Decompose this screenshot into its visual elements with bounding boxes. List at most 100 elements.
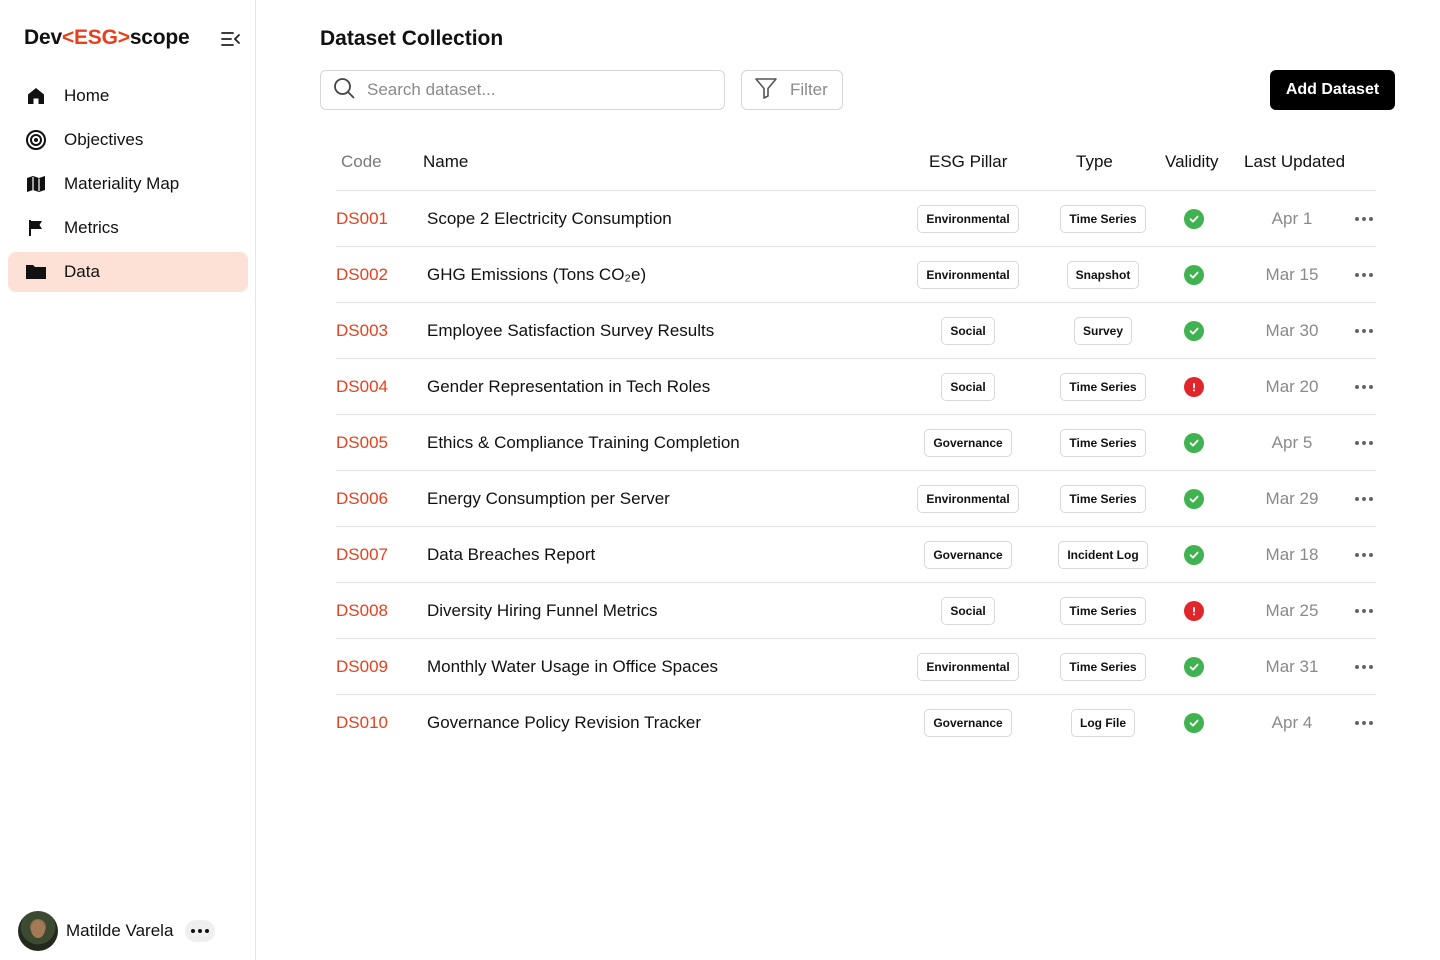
dataset-code-link[interactable]: DS007 xyxy=(336,527,388,583)
alert-circle-icon xyxy=(1184,601,1204,621)
esg-pillar-badge: Environmental xyxy=(917,205,1019,233)
row-actions-button[interactable] xyxy=(1352,191,1376,247)
sidebar-item-objectives[interactable]: Objectives xyxy=(8,120,248,160)
esg-pillar-cell: Social xyxy=(896,359,1040,415)
row-actions-button[interactable] xyxy=(1352,471,1376,527)
dataset-code-link[interactable]: DS001 xyxy=(336,191,388,247)
validity-cell xyxy=(1172,247,1216,303)
validity-cell xyxy=(1172,191,1216,247)
type-badge: Time Series xyxy=(1060,485,1146,513)
row-actions-button[interactable] xyxy=(1352,695,1376,751)
table-row[interactable]: DS004 Gender Representation in Tech Roles… xyxy=(336,359,1376,415)
dataset-code-link[interactable]: DS008 xyxy=(336,583,388,639)
add-dataset-button[interactable]: Add Dataset xyxy=(1270,70,1395,110)
type-badge: Time Series xyxy=(1060,597,1146,625)
esg-pillar-badge: Governance xyxy=(924,709,1012,737)
search-box[interactable] xyxy=(320,70,725,110)
table-row[interactable]: DS009 Monthly Water Usage in Office Space… xyxy=(336,639,1376,695)
dataset-code-link[interactable]: DS003 xyxy=(336,303,388,359)
row-actions-button[interactable] xyxy=(1352,303,1376,359)
dataset-name: Governance Policy Revision Tracker xyxy=(427,713,702,732)
row-actions-button[interactable] xyxy=(1352,583,1376,639)
brand-logo[interactable]: Dev<ESG>scope xyxy=(24,26,190,50)
table-row[interactable]: DS007 Data Breaches Report Governance Incid… xyxy=(336,527,1376,583)
table-header: Code Name ESG Pillar Type Validity Last … xyxy=(336,134,1376,191)
sidebar-item-label: Materiality Map xyxy=(64,174,180,193)
table-row[interactable]: DS001 Scope 2 Electricity Consumption Envi… xyxy=(336,191,1376,247)
more-icon xyxy=(1355,385,1373,389)
esg-pillar-cell: Environmental xyxy=(896,247,1040,303)
user-profile[interactable]: Matilde Varela xyxy=(18,911,216,951)
row-actions-button[interactable] xyxy=(1352,527,1376,583)
last-updated: Mar 31 xyxy=(1265,657,1319,676)
table-row[interactable]: DS005 Ethics & Compliance Training Comple… xyxy=(336,415,1376,471)
row-actions-button[interactable] xyxy=(1352,247,1376,303)
row-actions-button[interactable] xyxy=(1352,415,1376,471)
type-cell: Snapshot xyxy=(1040,247,1166,303)
more-icon xyxy=(191,929,210,933)
alert-circle-icon xyxy=(1184,377,1204,397)
column-header-esg-pillar[interactable]: ESG Pillar xyxy=(929,152,1007,172)
row-actions-button[interactable] xyxy=(1352,359,1376,415)
last-updated: Mar 29 xyxy=(1265,489,1319,508)
type-cell: Survey xyxy=(1040,303,1166,359)
target-icon xyxy=(24,128,48,152)
validity-cell xyxy=(1172,415,1216,471)
last-updated: Mar 18 xyxy=(1265,545,1319,564)
validity-cell xyxy=(1172,639,1216,695)
user-menu-button[interactable] xyxy=(185,920,216,942)
check-circle-icon xyxy=(1184,657,1204,677)
dataset-code-link[interactable]: DS010 xyxy=(336,695,388,751)
column-header-code[interactable]: Code xyxy=(341,152,382,172)
check-circle-icon xyxy=(1184,321,1204,341)
sidebar-item-metrics[interactable]: Metrics xyxy=(8,208,248,248)
validity-cell xyxy=(1172,359,1216,415)
last-updated: Apr 4 xyxy=(1271,713,1313,732)
search-icon xyxy=(333,77,355,104)
more-icon xyxy=(1355,441,1373,445)
esg-pillar-badge: Governance xyxy=(924,541,1012,569)
column-header-last-updated[interactable]: Last Updated xyxy=(1244,152,1345,172)
search-input[interactable] xyxy=(367,80,707,100)
table-row[interactable]: DS003 Employee Satisfaction Survey Result… xyxy=(336,303,1376,359)
avatar[interactable] xyxy=(18,911,58,951)
more-icon xyxy=(1355,553,1373,557)
dataset-code-link[interactable]: DS009 xyxy=(336,639,388,695)
last-updated: Apr 5 xyxy=(1271,433,1313,452)
column-header-name[interactable]: Name xyxy=(423,152,468,172)
type-cell: Time Series xyxy=(1040,415,1166,471)
more-icon xyxy=(1355,665,1373,669)
dataset-code-link[interactable]: DS005 xyxy=(336,415,388,471)
dataset-code-link[interactable]: DS004 xyxy=(336,359,388,415)
dataset-code-link[interactable]: DS002 xyxy=(336,247,388,303)
type-cell: Time Series xyxy=(1040,583,1166,639)
sidebar-item-materiality-map[interactable]: Materiality Map xyxy=(8,164,248,204)
sidebar-item-data[interactable]: Data xyxy=(8,252,248,292)
type-badge: Log File xyxy=(1071,709,1135,737)
table-row[interactable]: DS008 Diversity Hiring Funnel Metrics Soci… xyxy=(336,583,1376,639)
esg-pillar-cell: Social xyxy=(896,583,1040,639)
dataset-code-link[interactable]: DS006 xyxy=(336,471,388,527)
flag-icon xyxy=(24,216,48,240)
row-actions-button[interactable] xyxy=(1352,639,1376,695)
column-header-validity[interactable]: Validity xyxy=(1165,152,1219,172)
check-circle-icon xyxy=(1184,545,1204,565)
column-header-type[interactable]: Type xyxy=(1076,152,1113,172)
map-icon xyxy=(24,172,48,196)
check-circle-icon xyxy=(1184,265,1204,285)
filter-label: Filter xyxy=(790,80,828,99)
esg-pillar-badge: Social xyxy=(941,317,995,345)
dataset-name: Monthly Water Usage in Office Spaces xyxy=(427,657,719,676)
validity-cell xyxy=(1172,583,1216,639)
filter-button[interactable]: Filter xyxy=(741,70,843,110)
sidebar-item-home[interactable]: Home xyxy=(8,76,248,116)
type-badge: Time Series xyxy=(1060,373,1146,401)
type-cell: Time Series xyxy=(1040,191,1166,247)
table-row[interactable]: DS002 GHG Emissions (Tons CO₂e) Environmen… xyxy=(336,247,1376,303)
type-cell: Time Series xyxy=(1040,639,1166,695)
check-circle-icon xyxy=(1184,209,1204,229)
table-row[interactable]: DS006 Energy Consumption per Server Enviro… xyxy=(336,471,1376,527)
collapse-sidebar-icon[interactable] xyxy=(220,28,244,50)
table-row[interactable]: DS010 Governance Policy Revision Tracker G… xyxy=(336,695,1376,751)
dataset-name: Employee Satisfaction Survey Results xyxy=(427,321,715,340)
